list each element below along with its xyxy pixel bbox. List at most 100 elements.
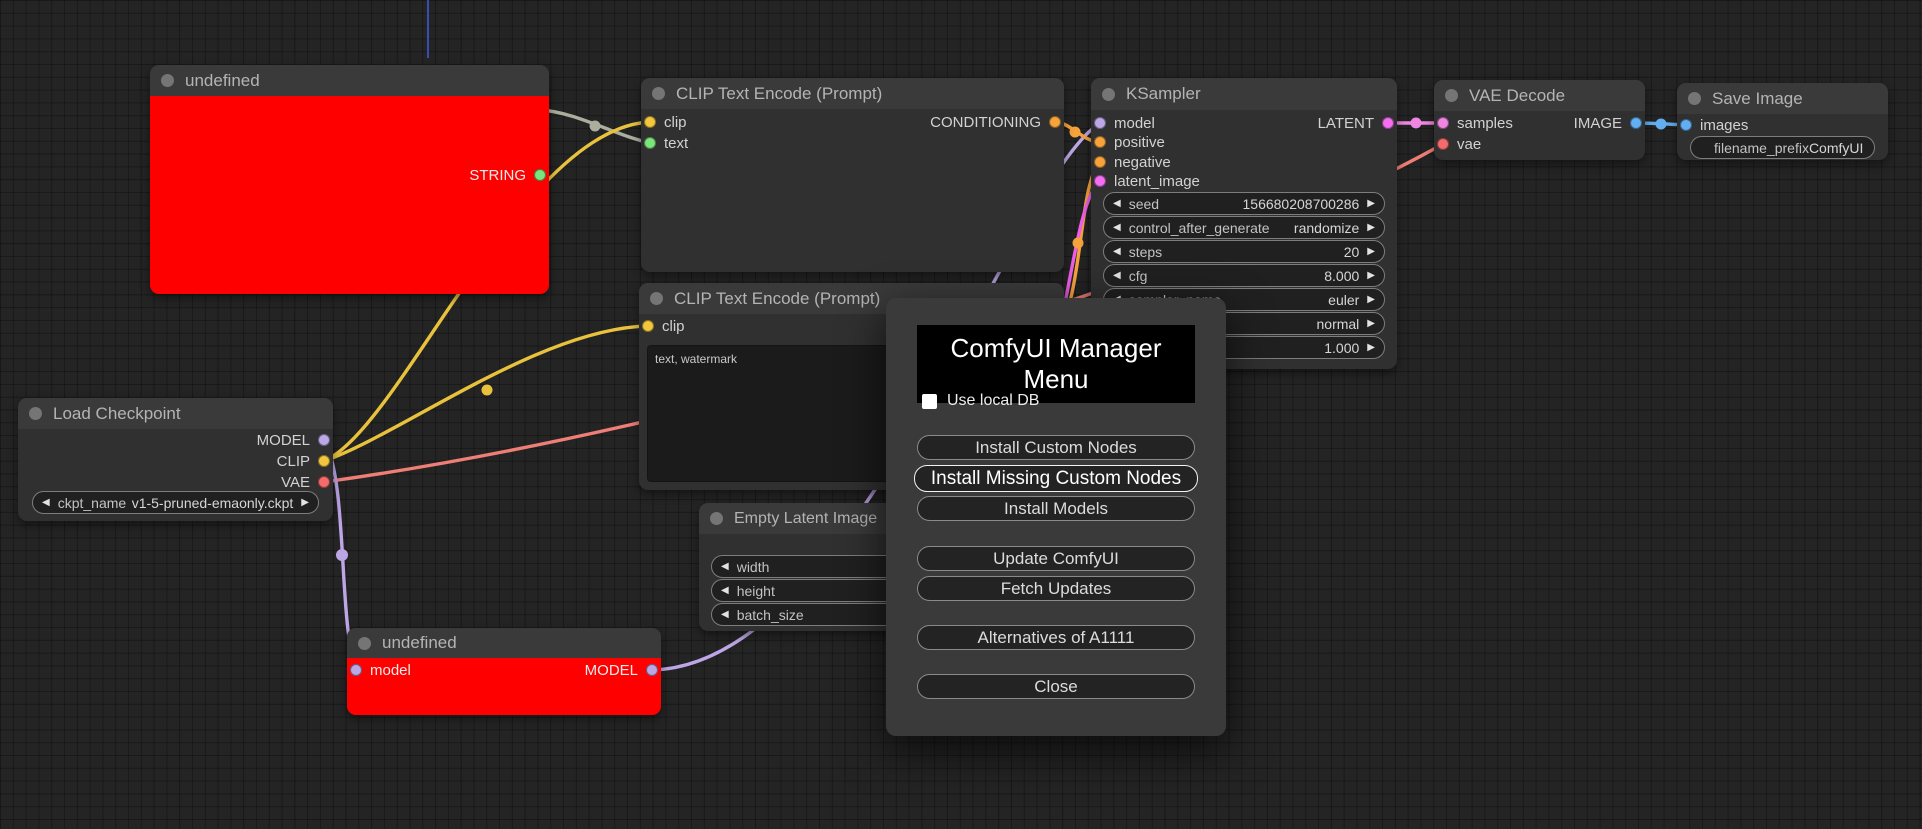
stepper-left-icon[interactable]: ◀ (1113, 246, 1121, 257)
model-input-connector[interactable] (350, 664, 362, 676)
node-title-bar[interactable]: Load Checkpoint (18, 398, 333, 429)
install-missing-custom-nodes-button[interactable]: Install Missing Custom Nodes (914, 465, 1198, 492)
clip-input-connector[interactable] (642, 320, 654, 332)
alternatives-of-a1111-button[interactable]: Alternatives of A1111 (917, 625, 1195, 650)
close-button[interactable]: Close (917, 674, 1195, 699)
node-title-bar[interactable]: VAE Decode (1434, 80, 1645, 111)
stepper-right-icon[interactable]: ▶ (1367, 222, 1375, 233)
collapse-dot-icon[interactable] (1445, 89, 1458, 102)
stepper-right-icon[interactable]: ▶ (1367, 246, 1375, 257)
install-custom-nodes-button[interactable]: Install Custom Nodes (917, 435, 1195, 460)
input-samples: samples (1437, 113, 1513, 133)
collapse-dot-icon[interactable] (161, 74, 174, 87)
stepper-right-icon[interactable]: ▶ (1367, 294, 1375, 305)
node-clip-text-encode-1: CLIP Text Encode (Prompt) clip text COND… (641, 78, 1064, 272)
node-title: VAE Decode (1469, 85, 1566, 105)
node-title: CLIP Text Encode (Prompt) (676, 83, 883, 103)
output-image: IMAGE (1574, 113, 1642, 133)
collapse-dot-icon[interactable] (29, 407, 42, 420)
node-undefined-top: undefined STRING (150, 65, 549, 294)
stepper-left-icon[interactable]: ◀ (721, 609, 729, 620)
output-conditioning: CONDITIONING (930, 112, 1061, 132)
use-local-db-checkbox[interactable] (922, 393, 937, 409)
collapse-dot-icon[interactable] (1688, 92, 1701, 105)
collapse-dot-icon[interactable] (1102, 87, 1115, 101)
node-title-bar[interactable]: undefined (150, 65, 549, 96)
node-title: Save Image (1712, 88, 1803, 108)
input-label: negative (1114, 153, 1171, 171)
use-local-db-row[interactable]: Use local DB (922, 392, 1039, 410)
link-midpoint-dot[interactable] (1069, 126, 1081, 138)
link-midpoint-dot[interactable] (1072, 237, 1084, 249)
input-clip: clip (644, 112, 687, 132)
negative-input-connector[interactable] (1094, 156, 1106, 168)
comfyui-manager-dialog: ComfyUI Manager Menu Use local DB Instal… (886, 298, 1226, 736)
node-title: CLIP Text Encode (Prompt) (674, 288, 881, 308)
link-midpoint-dot[interactable] (1410, 117, 1422, 129)
input-label: text (664, 134, 689, 152)
model-output-connector[interactable] (318, 434, 330, 446)
input-label: images (1700, 116, 1749, 134)
link-midpoint-dot[interactable] (336, 549, 348, 561)
model-output-connector[interactable] (646, 664, 658, 676)
image-output-connector[interactable] (1630, 117, 1642, 129)
input-label: samples (1457, 114, 1513, 132)
model-input-connector[interactable] (1094, 117, 1106, 129)
node-title-bar[interactable]: CLIP Text Encode (Prompt) (641, 78, 1064, 109)
vae-output-connector[interactable] (318, 476, 330, 488)
link-midpoint-dot[interactable] (589, 120, 601, 132)
output-vae: VAE (281, 472, 330, 492)
positive-input-connector[interactable] (1094, 136, 1106, 148)
node-title-bar[interactable]: Save Image (1677, 83, 1888, 114)
input-text: text (644, 133, 688, 153)
collapse-dot-icon[interactable] (710, 512, 723, 525)
stepper-right-icon[interactable]: ▶ (1367, 198, 1375, 209)
node-title: KSampler (1126, 84, 1201, 103)
stepper-right-icon[interactable]: ▶ (1367, 342, 1375, 353)
widget-steps[interactable]: ◀ steps 20 ▶ (1103, 240, 1385, 263)
input-label: model (1114, 114, 1155, 132)
collapse-dot-icon[interactable] (652, 87, 665, 100)
node-title: undefined (382, 633, 457, 652)
stepper-left-icon[interactable]: ◀ (721, 585, 729, 596)
widget-control-after-generate[interactable]: ◀ control_after_generate randomize ▶ (1103, 216, 1385, 239)
stepper-left-icon[interactable]: ◀ (1113, 198, 1121, 209)
widget-ckpt-name[interactable]: ◀ ckpt_name v1-5-pruned-emaonly.ckpt ▶ (32, 491, 319, 514)
link-midpoint-dot[interactable] (1655, 118, 1667, 130)
input-model: model (1094, 113, 1155, 133)
stepper-left-icon[interactable]: ◀ (42, 497, 50, 508)
fetch-updates-button[interactable]: Fetch Updates (917, 576, 1195, 601)
install-models-button[interactable]: Install Models (917, 496, 1195, 521)
stepper-right-icon[interactable]: ▶ (1367, 318, 1375, 329)
input-label: clip (664, 113, 687, 131)
stepper-left-icon[interactable]: ◀ (1113, 270, 1121, 281)
samples-input-connector[interactable] (1437, 117, 1449, 129)
node-title-bar[interactable]: KSampler (1091, 78, 1397, 110)
node-vae-decode: VAE Decode samples vae IMAGE (1434, 80, 1645, 160)
clip-output-connector[interactable] (318, 455, 330, 467)
clip-input-connector[interactable] (644, 116, 656, 128)
output-label: LATENT (1317, 114, 1374, 132)
node-title-bar[interactable]: undefined (347, 628, 661, 658)
input-model: model (350, 660, 411, 680)
text-input-connector[interactable] (644, 137, 656, 149)
widget-cfg[interactable]: ◀ cfg 8.000 ▶ (1103, 264, 1385, 287)
widget-seed[interactable]: ◀ seed 156680208700286 ▶ (1103, 192, 1385, 215)
node-title: Empty Latent Image (734, 509, 878, 527)
link-midpoint-dot[interactable] (481, 384, 493, 396)
collapse-dot-icon[interactable] (650, 292, 663, 305)
collapse-dot-icon[interactable] (358, 636, 371, 650)
stepper-left-icon[interactable]: ◀ (721, 561, 729, 572)
update-comfyui-button[interactable]: Update ComfyUI (917, 546, 1195, 571)
latent-image-input-connector[interactable] (1094, 175, 1106, 187)
stepper-left-icon[interactable]: ◀ (1113, 222, 1121, 233)
stepper-right-icon[interactable]: ▶ (1367, 270, 1375, 281)
widget-filename-prefix[interactable]: filename_prefix ComfyUI (1690, 136, 1875, 159)
latent-output-connector[interactable] (1382, 117, 1394, 129)
stepper-right-icon[interactable]: ▶ (301, 497, 309, 508)
string-output-connector[interactable] (534, 169, 546, 181)
conditioning-output-connector[interactable] (1049, 116, 1061, 128)
vae-input-connector[interactable] (1437, 138, 1449, 150)
input-label: clip (662, 317, 685, 335)
images-input-connector[interactable] (1680, 119, 1692, 131)
